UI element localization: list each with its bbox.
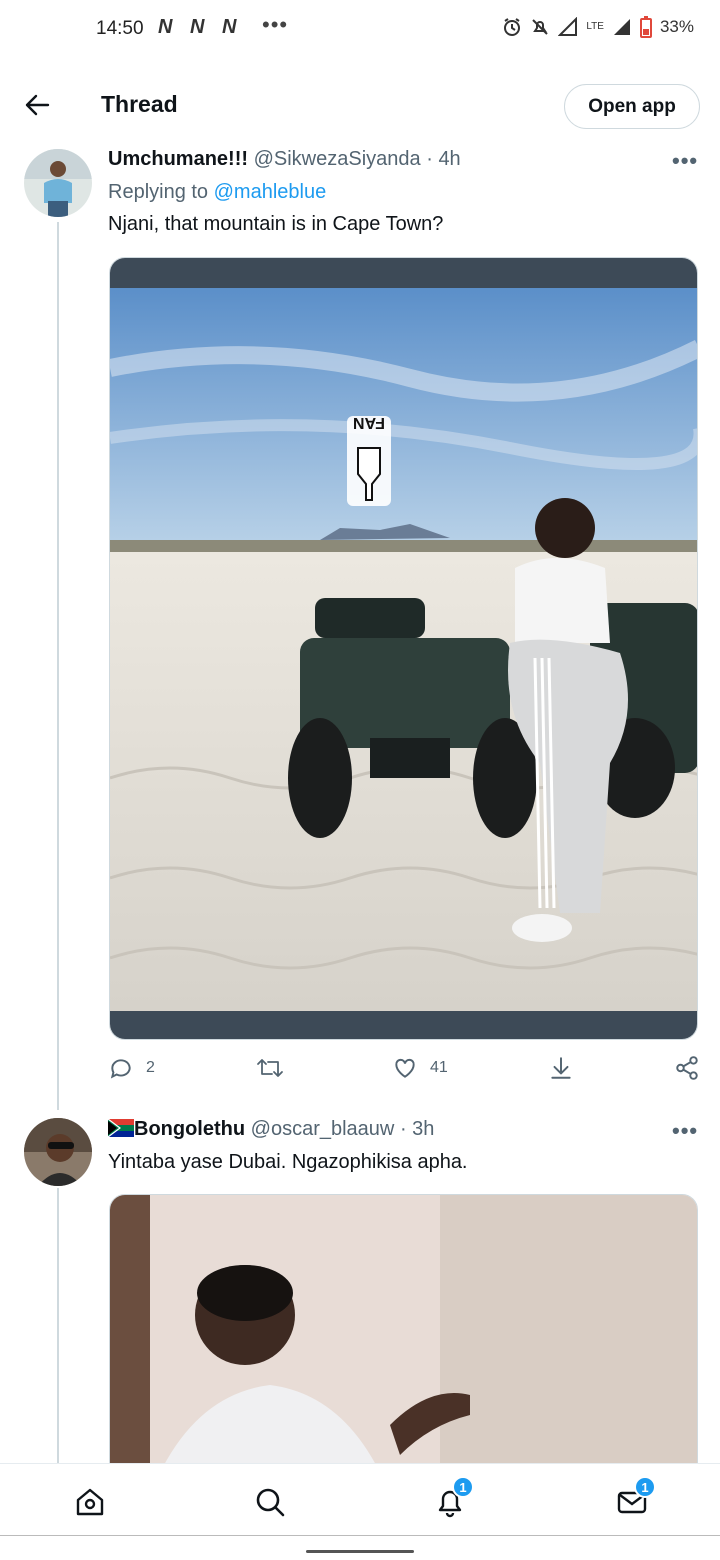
tweet-image[interactable] — [109, 1194, 698, 1494]
back-button[interactable] — [20, 88, 54, 122]
mention-link[interactable]: @mahleblue — [214, 181, 327, 203]
thread-line — [57, 1188, 59, 1463]
more-notifications-icon: ••• — [262, 12, 289, 37]
reply-count: 2 — [146, 1059, 155, 1076]
reply-icon — [110, 1059, 131, 1079]
replying-prefix: Replying to — [108, 181, 209, 203]
avatar[interactable] — [24, 1118, 92, 1186]
open-app-button[interactable]: Open app — [564, 84, 700, 129]
nav-messages[interactable]: 1 — [614, 1476, 656, 1520]
battery-percent: 33% — [659, 17, 694, 36]
like-count: 41 — [430, 1059, 448, 1076]
network-type: LTE — [586, 21, 604, 32]
photo-man-speaking — [110, 1195, 697, 1493]
fan-sticker: FAN — [347, 414, 391, 506]
tweet-header: Bongolethu @oscar_blaauw · 3h — [107, 1118, 434, 1141]
meta-separator: · — [399, 1118, 407, 1140]
alarm-icon — [504, 18, 521, 36]
page-title: Thread — [101, 91, 178, 117]
mute-icon — [532, 19, 549, 35]
tweet-text: Yintaba yase Dubai. Ngazophikisa apha. — [108, 1151, 468, 1173]
bottom-nav: 1 1 — [0, 1463, 720, 1535]
more-options-icon[interactable]: ••• — [672, 148, 698, 174]
share-button[interactable] — [674, 1055, 700, 1081]
status-time: 14:50 — [96, 18, 144, 39]
thread-header: Thread Open app — [0, 62, 720, 146]
avatar[interactable] — [24, 149, 92, 217]
notification-n-icon: N — [158, 16, 172, 38]
thread-line — [57, 222, 59, 1110]
home-indicator[interactable] — [306, 1550, 414, 1553]
tweet-time[interactable]: 3h — [412, 1118, 434, 1140]
tweet-image[interactable]: FAN — [109, 257, 698, 1040]
fan-sticker-text: FAN — [353, 414, 385, 431]
download-button[interactable] — [548, 1055, 574, 1081]
meta-separator: · — [426, 148, 433, 170]
nav-home[interactable] — [72, 1484, 108, 1520]
heart-icon — [395, 1058, 415, 1078]
battery-icon — [639, 16, 652, 38]
share-icon — [676, 1056, 698, 1080]
download-icon — [551, 1057, 571, 1079]
like-button[interactable]: 41 — [392, 1055, 448, 1081]
notifications-badge: 1 — [452, 1476, 474, 1498]
messages-badge: 1 — [634, 1476, 656, 1498]
photo-atv-dunes: FAN — [110, 258, 697, 1039]
reply-button[interactable]: 2 — [108, 1055, 155, 1081]
author-handle[interactable]: @SikwezaSiyanda — [254, 148, 421, 170]
tweet-text: Njani, that mountain is in Cape Town? — [108, 213, 444, 235]
retweet-button[interactable] — [256, 1055, 296, 1081]
home-icon — [76, 1488, 104, 1516]
search-icon — [256, 1488, 285, 1517]
author-name[interactable]: Umchumane!!! — [108, 148, 248, 170]
status-icons: LTE 33% — [502, 16, 694, 38]
tweet-time[interactable]: 4h — [438, 148, 460, 170]
author-name[interactable]: Bongolethu — [134, 1118, 245, 1140]
tweet-header: Umchumane!!! @SikwezaSiyanda · 4h — [108, 148, 461, 171]
author-handle[interactable]: @oscar_blaauw — [251, 1118, 395, 1140]
south-africa-flag-icon — [107, 1118, 134, 1138]
retweet-icon — [257, 1059, 283, 1077]
arrow-left-icon — [25, 94, 50, 116]
system-gesture-bar — [0, 1535, 720, 1560]
status-bar: 14:50 N N N ••• LTE 33% — [0, 0, 720, 62]
nav-notifications[interactable]: 1 — [432, 1476, 474, 1520]
nav-search[interactable] — [252, 1484, 288, 1520]
replying-to: Replying to @mahleblue — [108, 181, 326, 204]
signal-icon — [613, 19, 630, 35]
signal-icon — [558, 17, 578, 36]
tweet-actions: 2 41 — [108, 1055, 700, 1089]
notification-n-icon: N — [222, 16, 236, 38]
notification-n-icon: N — [190, 16, 204, 38]
more-options-icon[interactable]: ••• — [672, 1118, 698, 1144]
